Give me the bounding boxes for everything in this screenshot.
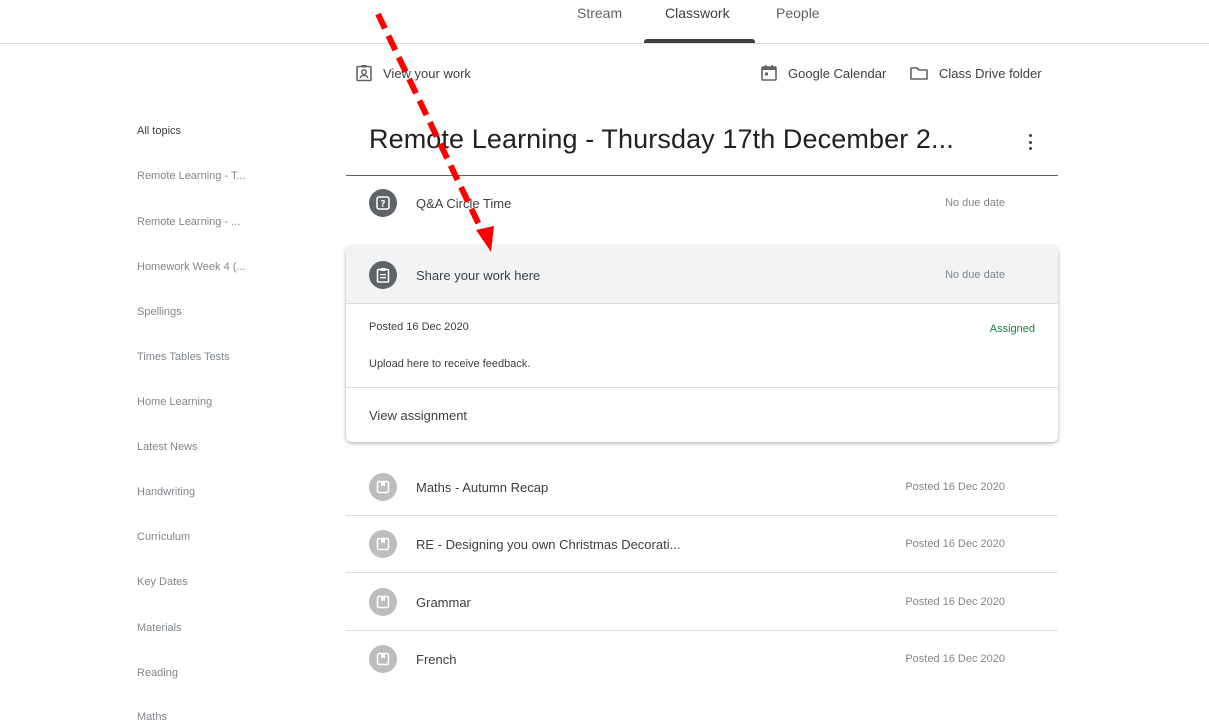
classwork-item-french[interactable]: French Posted 16 Dec 2020 — [346, 631, 1058, 688]
class-drive-folder-button[interactable]: Class Drive folder — [909, 64, 1042, 82]
view-your-work-label: View your work — [383, 65, 471, 81]
classwork-item-maths-autumn-recap[interactable]: Maths - Autumn Recap Posted 16 Dec 2020 — [346, 459, 1058, 516]
sidebar-item-materials[interactable]: Materials — [137, 622, 182, 634]
sidebar-item-latest-news[interactable]: Latest News — [137, 441, 198, 453]
due-date-label: No due date — [945, 197, 1005, 209]
classwork-item-re-christmas-decorations[interactable]: RE - Designing you own Christmas Decorat… — [346, 516, 1058, 573]
sidebar-item-curriculum[interactable]: Curriculum — [137, 531, 190, 543]
class-drive-folder-label: Class Drive folder — [939, 65, 1042, 81]
google-calendar-label: Google Calendar — [788, 65, 887, 81]
posted-date: Posted 16 Dec 2020 — [905, 538, 1005, 550]
classwork-item-qa[interactable]: ? Q&A Circle Time No due date — [346, 175, 1058, 232]
sidebar-item-reading[interactable]: Reading — [137, 667, 178, 679]
classwork-item-title: Grammar — [416, 595, 471, 610]
sidebar-item-all-topics[interactable]: All topics — [137, 125, 181, 137]
material-icon — [369, 473, 397, 501]
top-nav: Stream Classwork People — [0, 0, 1209, 44]
more-options-button[interactable] — [1024, 131, 1036, 153]
classwork-item-title: RE - Designing you own Christmas Decorat… — [416, 537, 681, 552]
svg-text:?: ? — [380, 200, 385, 210]
tab-stream[interactable]: Stream — [577, 5, 622, 21]
due-date-label: No due date — [945, 269, 1005, 281]
view-assignment-link[interactable]: View assignment — [369, 408, 467, 423]
sidebar-item-homework-week-4[interactable]: Homework Week 4 (... — [137, 261, 246, 273]
view-your-work-button[interactable]: View your work — [355, 64, 471, 82]
google-calendar-button[interactable]: Google Calendar — [760, 64, 886, 82]
sidebar-item-home-learning[interactable]: Home Learning — [137, 396, 212, 408]
expanded-assignment-card: Share your work here No due date Posted … — [346, 246, 1058, 442]
assignment-header[interactable]: Share your work here No due date — [346, 246, 1058, 304]
more-vert-icon — [1028, 134, 1032, 138]
card-divider — [346, 387, 1058, 388]
tab-people[interactable]: People — [776, 5, 820, 21]
posted-date: Posted 16 Dec 2020 — [905, 596, 1005, 608]
classwork-item-title: Maths - Autumn Recap — [416, 480, 549, 495]
sidebar-item-times-tables[interactable]: Times Tables Tests — [137, 351, 230, 363]
calendar-icon — [761, 65, 777, 81]
assignment-ind-icon — [356, 65, 372, 82]
posted-date: Posted 16 Dec 2020 — [905, 653, 1005, 665]
folder-icon — [910, 67, 928, 80]
material-icon — [369, 588, 397, 616]
tab-classwork[interactable]: Classwork — [665, 5, 730, 21]
sidebar-item-handwriting[interactable]: Handwriting — [137, 486, 195, 498]
posted-date: Posted 16 Dec 2020 — [905, 481, 1005, 493]
assignment-instructions: Upload here to receive feedback. — [369, 358, 531, 370]
classwork-item-title: French — [416, 652, 457, 667]
sidebar-item-maths[interactable]: Maths — [137, 711, 167, 722]
status-badge: Assigned — [989, 323, 1035, 335]
sidebar-item-spellings[interactable]: Spellings — [137, 306, 182, 318]
posted-date: Posted 16 Dec 2020 — [369, 321, 469, 333]
sidebar-item-remote-learning-1[interactable]: Remote Learning - T... — [137, 170, 246, 182]
active-tab-indicator — [644, 39, 755, 43]
sidebar-item-key-dates[interactable]: Key Dates — [137, 576, 188, 588]
assignment-title: Share your work here — [416, 268, 541, 283]
topic-title: Remote Learning - Thursday 17th December… — [369, 124, 954, 154]
material-icon — [369, 645, 397, 673]
assignment-icon — [369, 261, 397, 289]
question-icon: ? — [369, 189, 397, 217]
sidebar-item-remote-learning-2[interactable]: Remote Learning - ... — [137, 216, 240, 228]
classwork-item-grammar[interactable]: Grammar Posted 16 Dec 2020 — [346, 574, 1058, 631]
material-icon — [369, 530, 397, 558]
classwork-item-title: Q&A Circle Time — [416, 196, 512, 211]
